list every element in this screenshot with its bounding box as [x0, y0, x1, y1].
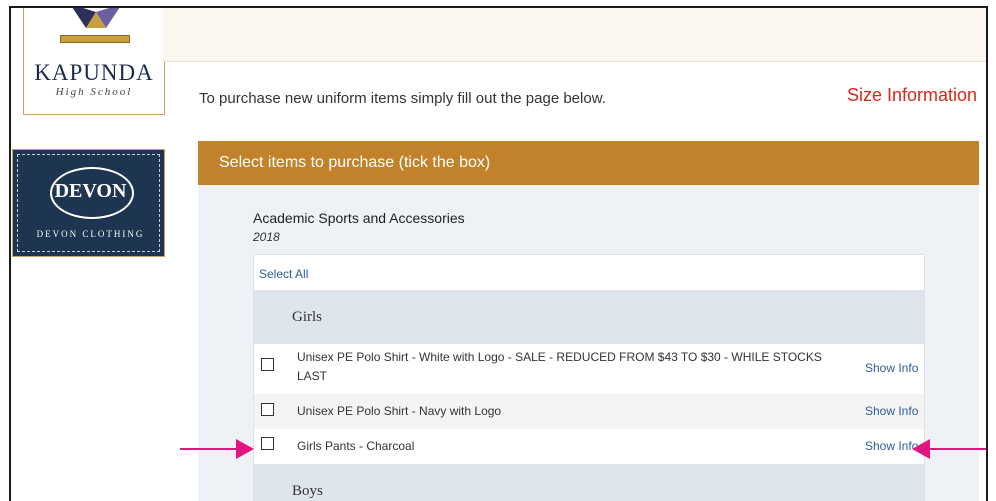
- school-subtitle: High School: [55, 86, 133, 98]
- category-year: 2018: [253, 230, 280, 244]
- category-panel: Academic Sports and Accessories 2018 Sel…: [198, 185, 979, 501]
- select-all-link[interactable]: Select All: [259, 267, 308, 281]
- intro-text: To purchase new uniform items simply fil…: [199, 90, 606, 107]
- school-name: KAPUNDA: [34, 60, 154, 85]
- purchase-header-label: Select items to purchase (tick the box): [219, 154, 491, 171]
- logo-stitch-border: DEVON DEVON CLOTHING: [17, 154, 160, 252]
- show-info-link[interactable]: Show Info: [865, 439, 918, 453]
- item-list: Select All Girls Unisex PE Polo Shirt - …: [253, 254, 925, 501]
- list-item: Girls Pants - Charcoal Show Info: [254, 429, 924, 464]
- item-checkbox[interactable]: [261, 358, 274, 371]
- show-info-link[interactable]: Show Info: [865, 404, 918, 418]
- item-label: Girls Pants - Charcoal: [297, 439, 415, 453]
- school-logo: KAPUNDA High School: [23, 8, 165, 115]
- arrow-head-icon: [912, 439, 930, 459]
- list-item: Unisex PE Polo Shirt - White with Logo -…: [254, 344, 924, 394]
- group-label: Boys: [292, 483, 323, 499]
- crest-banner: [60, 35, 130, 43]
- group-header-boys: Boys: [254, 464, 924, 501]
- size-information-link[interactable]: Size Information: [847, 85, 977, 106]
- item-label: Unisex PE Polo Shirt - White with Logo -…: [297, 350, 822, 383]
- supplier-name: DEVON CLOTHING: [36, 229, 145, 239]
- item-checkbox[interactable]: [261, 437, 274, 450]
- arrow-head-icon: [236, 439, 254, 459]
- group-header-girls: Girls: [254, 290, 924, 344]
- group-label: Girls: [292, 309, 322, 325]
- annotation-arrow-right: [930, 448, 986, 450]
- header-band: [163, 8, 986, 62]
- purchase-header: Select items to purchase (tick the box): [198, 141, 979, 185]
- crest-icon: [72, 8, 120, 28]
- list-item: Unisex PE Polo Shirt - Navy with Logo Sh…: [254, 394, 924, 429]
- devon-logo: DEVON DEVON CLOTHING: [12, 149, 165, 257]
- page-frame: KAPUNDA High School DEVON DEVON CLOTHING…: [9, 6, 988, 501]
- devon-logo-text: DEVON: [54, 180, 127, 202]
- item-label: Unisex PE Polo Shirt - Navy with Logo: [297, 404, 502, 418]
- category-title: Academic Sports and Accessories: [253, 210, 465, 226]
- show-info-link[interactable]: Show Info: [865, 361, 918, 375]
- item-checkbox[interactable]: [261, 403, 274, 416]
- annotation-arrow-left: [180, 448, 240, 450]
